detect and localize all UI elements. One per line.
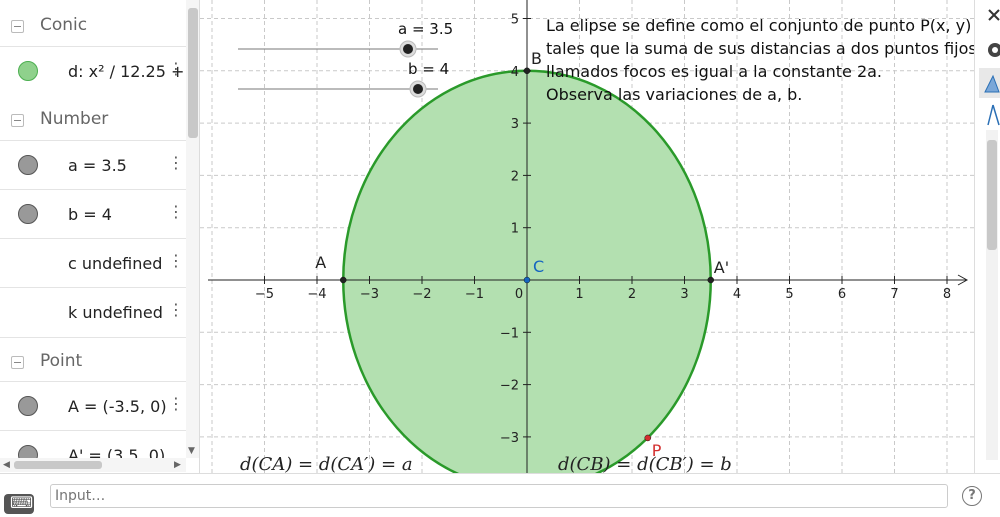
algebra-item-k[interactable]: k undefined xyxy=(0,287,186,336)
more-options-icon[interactable] xyxy=(168,153,174,171)
x-tick-label: −2 xyxy=(412,287,431,302)
compass-tool-icon[interactable] xyxy=(987,104,1000,126)
y-tick-label: −1 xyxy=(500,326,519,341)
point-Aprime-label: A' xyxy=(714,258,729,277)
x-tick-label: 8 xyxy=(943,287,951,302)
slider-b-knob[interactable] xyxy=(413,84,423,94)
x-tick-label: −1 xyxy=(465,287,484,302)
scroll-right-icon[interactable]: ▶ xyxy=(174,460,181,470)
description-line: tales que la suma de sus distancias a do… xyxy=(546,39,974,58)
more-options-icon[interactable] xyxy=(168,202,174,220)
x-tick-label: 2 xyxy=(628,287,636,302)
graphics-view[interactable]: −5 −4 −3 −2 −1 0 1 2 3 4 5 6 7 8 5 4 3 2 1 −1 −2 −3 A A' B C P a … xyxy=(200,0,974,473)
x-tick-label: 0 xyxy=(515,287,523,302)
help-icon[interactable]: ? xyxy=(962,486,982,506)
input-bar: ? xyxy=(0,473,1000,517)
point-B-label: B xyxy=(531,49,542,68)
visibility-toggle-icon[interactable] xyxy=(18,396,38,416)
algebra-input[interactable] xyxy=(50,484,948,508)
collapse-icon[interactable] xyxy=(11,356,24,369)
y-tick-label: −3 xyxy=(500,431,519,446)
group-point[interactable]: Point xyxy=(0,337,186,381)
description-line: La elipse se define como el conjunto de … xyxy=(546,16,972,35)
gear-icon[interactable] xyxy=(988,43,1000,57)
algebra-view: Conic d: x² / 12.25 + y² / 16 = 1 Number… xyxy=(0,0,200,473)
algebra-item-d[interactable]: d: x² / 12.25 + y² / 16 = 1 xyxy=(0,46,199,95)
slider-b-label: b = 4 xyxy=(408,60,449,78)
collapse-icon[interactable] xyxy=(11,114,24,127)
group-conic[interactable]: Conic xyxy=(0,2,186,46)
close-icon[interactable] xyxy=(988,9,1000,21)
geogebra-app: Conic d: x² / 12.25 + y² / 16 = 1 Number… xyxy=(0,0,1000,517)
point-A[interactable] xyxy=(340,276,347,284)
scroll-down-icon[interactable]: ▼ xyxy=(188,446,195,456)
scroll-left-icon[interactable]: ◀ xyxy=(3,460,10,470)
y-tick-label: 4 xyxy=(511,65,519,80)
group-label: Point xyxy=(40,351,83,371)
sliders[interactable]: a = 3.5 b = 4 xyxy=(238,20,453,98)
description-line: llamados focos es igual a la constante 2… xyxy=(546,62,883,81)
visibility-toggle-icon[interactable] xyxy=(18,155,38,175)
point-Aprime[interactable] xyxy=(707,276,714,284)
algebra-horizontal-scroll-thumb[interactable] xyxy=(14,461,102,469)
algebra-item-c[interactable]: c undefined xyxy=(0,238,186,287)
y-tick-label: −2 xyxy=(500,379,519,394)
formula-right: d(CB) = d(CB′) = b xyxy=(558,454,732,473)
visibility-toggle-icon[interactable] xyxy=(18,61,38,81)
algebra-item-a[interactable]: a = 3.5 xyxy=(0,140,186,189)
y-tick-label: 3 xyxy=(511,117,519,132)
point-C[interactable] xyxy=(523,276,531,284)
group-label: Conic xyxy=(40,15,88,35)
y-tick-label: 5 xyxy=(511,13,519,28)
x-tick-label: −4 xyxy=(307,287,326,302)
visibility-toggle-icon[interactable] xyxy=(18,204,38,224)
x-tick-label: 3 xyxy=(680,287,688,302)
algebra-item-A[interactable]: A = (-3.5, 0) xyxy=(0,381,186,430)
slider-a-label: a = 3.5 xyxy=(398,20,453,38)
algebra-item-text[interactable]: b = 4 xyxy=(68,205,112,224)
more-options-icon[interactable] xyxy=(168,59,174,77)
x-tick-label: 6 xyxy=(838,287,846,302)
collapse-icon[interactable] xyxy=(11,20,24,33)
group-number[interactable]: Number xyxy=(0,96,186,140)
x-tick-label: 5 xyxy=(785,287,793,302)
x-tick-label: 7 xyxy=(890,287,898,302)
slider-a-knob[interactable] xyxy=(403,44,413,54)
x-tick-label: 1 xyxy=(575,287,583,302)
toolbar-scroll-thumb[interactable] xyxy=(987,140,997,250)
point-A-label: A xyxy=(315,253,326,272)
x-tick-label: 4 xyxy=(733,287,741,302)
y-tick-label: 2 xyxy=(511,169,519,184)
algebra-item-text[interactable]: k undefined xyxy=(68,303,163,322)
x-tick-label: −3 xyxy=(360,287,379,302)
algebra-item-text[interactable]: c undefined xyxy=(68,254,162,273)
description-line: Observa las variaciones de a, b. xyxy=(546,85,803,104)
group-label: Number xyxy=(40,109,109,129)
algebra-vertical-scroll-thumb[interactable] xyxy=(188,8,198,138)
formula-left: d(CA) = d(CA′) = a xyxy=(240,454,413,473)
algebra-item-text[interactable]: A = (-3.5, 0) xyxy=(68,397,167,416)
keyboard-icon[interactable] xyxy=(4,493,34,514)
x-tick-label: −5 xyxy=(255,287,274,302)
y-tick-label: 1 xyxy=(511,222,519,237)
point-P[interactable] xyxy=(644,434,651,442)
algebra-item-b[interactable]: b = 4 xyxy=(0,189,186,238)
triangle-tool-icon[interactable] xyxy=(979,68,1000,98)
point-C-label: C xyxy=(533,257,544,276)
point-B[interactable] xyxy=(523,67,531,75)
more-options-icon[interactable] xyxy=(168,300,174,318)
description-text: La elipse se define como el conjunto de … xyxy=(546,14,974,106)
more-options-icon[interactable] xyxy=(168,251,174,269)
more-options-icon[interactable] xyxy=(168,394,174,412)
algebra-item-text[interactable]: a = 3.5 xyxy=(68,156,127,175)
